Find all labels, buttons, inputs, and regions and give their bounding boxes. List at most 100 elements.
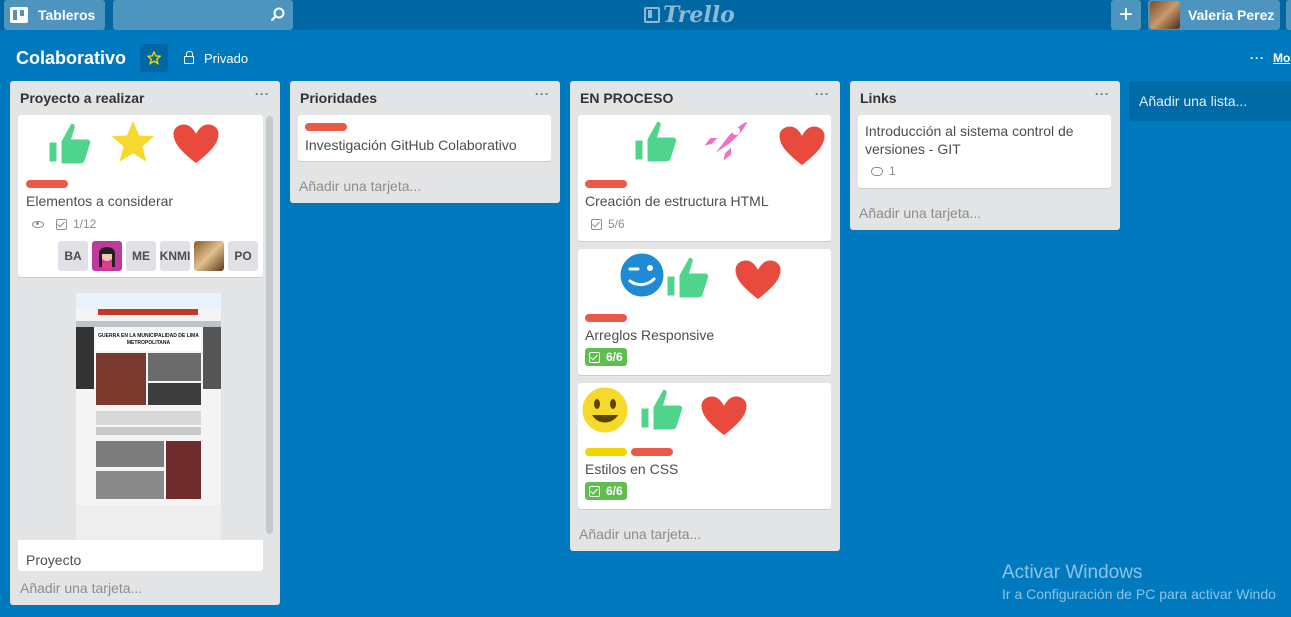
list-menu-icon[interactable]: ··· <box>255 87 270 101</box>
lock-icon <box>184 50 194 64</box>
card-label-red <box>305 123 347 131</box>
user-menu-button[interactable]: Valeria Perez <box>1148 0 1280 30</box>
show-menu-button[interactable]: ··· Mo <box>1250 44 1290 72</box>
card-title: Proyecto <box>26 552 82 568</box>
checklist-count: 1/12 <box>73 217 97 231</box>
card-title: Estilos en CSS <box>585 461 679 477</box>
star-board-button[interactable] <box>140 44 168 72</box>
card-proyecto[interactable]: GUERRA EN LA MUNICIPALIDAD DE LIMA METRO… <box>18 285 263 571</box>
thumbs-up-sticker-icon <box>632 118 680 165</box>
card-title: Creación de estructura HTML <box>585 193 769 209</box>
comment-icon <box>871 166 883 176</box>
card-label-red <box>585 180 627 188</box>
boards-label: Tableros <box>38 7 96 23</box>
boards-icon <box>10 7 28 23</box>
member-avatar[interactable]: BA <box>58 241 88 271</box>
boards-button[interactable]: Tableros <box>4 0 105 30</box>
list-scrollbar[interactable] <box>266 116 273 534</box>
list-title[interactable]: Proyecto a realizar <box>10 81 280 115</box>
star-sticker-icon <box>106 115 160 167</box>
trello-logo-icon <box>644 7 660 23</box>
search-input[interactable] <box>113 0 263 30</box>
checklist-count: 6/6 <box>606 484 623 498</box>
user-name: Valeria Perez <box>1188 7 1275 23</box>
list-menu-icon[interactable]: ··· <box>815 87 830 101</box>
privacy-button[interactable]: Privado <box>176 44 256 72</box>
search-icon[interactable] <box>271 7 285 21</box>
star-icon <box>147 51 161 65</box>
list-prioridades: Prioridades ··· Investigación GitHub Col… <box>290 81 560 203</box>
checklist-icon <box>591 218 602 230</box>
add-card-button[interactable]: Añadir una tarjeta... <box>20 580 142 596</box>
list-title[interactable]: Prioridades <box>290 81 560 115</box>
add-card-button[interactable]: Añadir una tarjeta... <box>299 178 421 194</box>
card-elementos[interactable]: Elementos a considerar 1/12 BA ME KNMI P… <box>18 115 263 277</box>
card-responsive[interactable]: Arreglos Responsive 6/6 <box>578 249 831 375</box>
show-menu-label: Mo <box>1273 51 1291 65</box>
add-list-button[interactable]: Añadir una lista... <box>1129 81 1291 121</box>
heart-sticker-icon <box>698 393 750 439</box>
heart-sticker-icon <box>732 257 784 303</box>
smiley-sticker-icon <box>579 384 631 436</box>
search-box[interactable] <box>113 0 293 30</box>
list-en-proceso: EN PROCESO ··· Creación de estructura HT… <box>570 81 840 551</box>
member-avatar[interactable]: ME <box>126 241 156 271</box>
wink-sticker-icon <box>617 250 667 300</box>
cover-headline: GUERRA EN LA MUNICIPALIDAD DE LIMA METRO… <box>96 331 201 351</box>
thumbs-up-sticker-icon <box>46 120 94 167</box>
checklist-complete-badge: 6/6 <box>585 348 627 366</box>
thumbs-up-sticker-icon <box>638 386 686 433</box>
activation-watermark-text: Ir a Configuración de PC para activar Wi… <box>1002 586 1276 602</box>
board-title[interactable]: Colaborativo <box>8 44 134 72</box>
notifications-button[interactable] <box>1286 0 1291 30</box>
user-avatar <box>1150 1 1180 29</box>
card-estructura-html[interactable]: Creación de estructura HTML 5/6 <box>578 115 831 241</box>
rocket-sticker-icon <box>699 116 753 166</box>
activation-watermark-title: Activar Windows <box>1002 562 1143 583</box>
heart-sticker-icon <box>776 123 828 169</box>
list-links: Links ··· Introducción al sistema contro… <box>850 81 1120 230</box>
add-card-button[interactable]: Añadir una tarjeta... <box>579 526 701 542</box>
card-git[interactable]: Introducción al sistema control de versi… <box>858 115 1111 188</box>
card-title: Arreglos Responsive <box>585 327 715 343</box>
card-label-red <box>26 180 68 188</box>
card-title: Investigación GitHub Colaborativo <box>305 137 517 153</box>
checklist-icon <box>589 485 600 497</box>
comment-count: 1 <box>889 164 896 178</box>
list-title[interactable]: Links <box>850 81 1120 115</box>
card-title: Elementos a considerar <box>26 193 174 209</box>
member-avatar[interactable]: KNMI <box>160 241 190 271</box>
create-button[interactable]: + <box>1111 0 1141 30</box>
card-investigacion[interactable]: Investigación GitHub Colaborativo <box>298 115 551 161</box>
thumbs-up-sticker-icon <box>664 254 712 301</box>
trello-logo[interactable]: Trello <box>644 2 735 28</box>
more-icon: ··· <box>1250 51 1265 65</box>
privacy-label: Privado <box>204 50 249 66</box>
checklist-count: 5/6 <box>608 217 625 231</box>
checklist-badge: 5/6 <box>591 217 625 231</box>
card-title: Introducción al sistema control de versi… <box>865 123 1074 157</box>
list-proyecto: Proyecto a realizar ··· Elementos a cons… <box>10 81 280 605</box>
card-label-yellow <box>585 448 627 456</box>
watching-badge: 1/12 <box>32 217 96 231</box>
eye-icon <box>32 220 44 228</box>
trello-logo-text: Trello <box>663 2 735 28</box>
member-avatar[interactable] <box>92 241 122 271</box>
member-avatar[interactable] <box>194 241 224 271</box>
checklist-complete-badge: 6/6 <box>585 482 627 500</box>
top-header: Tableros Trello + Valeria Perez <box>0 0 1291 30</box>
card-label-red <box>585 314 627 322</box>
card-estilos-css[interactable]: Estilos en CSS 6/6 <box>578 383 831 509</box>
checklist-icon <box>589 351 600 363</box>
card-cover-image: GUERRA EN LA MUNICIPALIDAD DE LIMA METRO… <box>76 293 221 548</box>
heart-sticker-icon <box>170 121 222 167</box>
list-menu-icon[interactable]: ··· <box>535 87 550 101</box>
plus-icon: + <box>1118 1 1133 28</box>
list-menu-icon[interactable]: ··· <box>1095 87 1110 101</box>
checklist-icon <box>56 218 67 230</box>
card-label-red <box>631 448 673 456</box>
avatar-girl-icon <box>99 247 115 269</box>
add-card-button[interactable]: Añadir una tarjeta... <box>859 205 981 221</box>
list-title[interactable]: EN PROCESO <box>570 81 840 115</box>
member-avatar[interactable]: PO <box>228 241 258 271</box>
